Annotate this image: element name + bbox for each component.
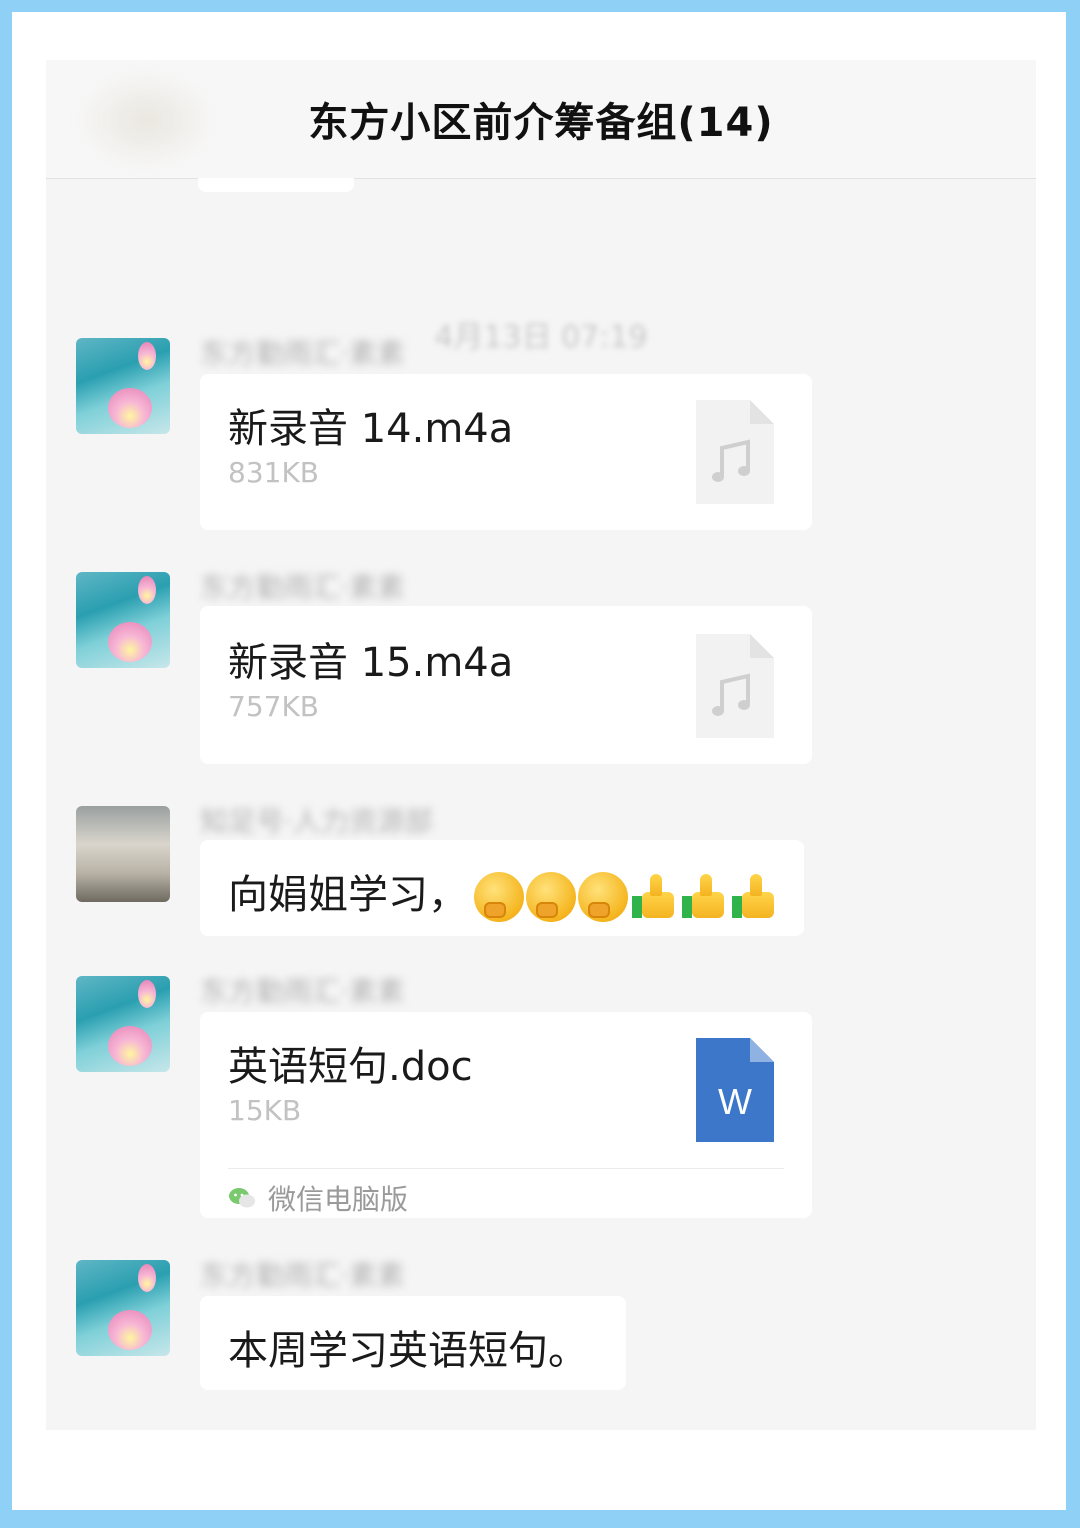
thumbs-up-emoji-icon xyxy=(630,872,680,922)
sender-name: 东方勤雨汇·素素 xyxy=(200,1259,405,1292)
file-name: 新录音 14.m4a xyxy=(228,406,514,452)
message-item: 知足号·人力资源部 向娟姐学习， xyxy=(46,805,1036,946)
text-message-bubble[interactable]: 本周学习英语短句。 xyxy=(200,1296,626,1390)
avatar[interactable] xyxy=(76,976,170,1072)
message-item: 东方勤雨汇·素素 本周学习英语短句。 xyxy=(46,1259,1036,1400)
file-name: 新录音 15.m4a xyxy=(228,640,514,686)
bubble-divider xyxy=(228,1168,784,1169)
file-size: 757KB xyxy=(228,690,320,723)
previous-message-bubble[interactable] xyxy=(198,178,354,192)
audio-file-icon xyxy=(696,400,774,504)
source-label: 微信电脑版 xyxy=(268,1183,409,1216)
message-item: 东方勤雨汇·素素 英语短句.doc 15KB W 微信电脑版 xyxy=(46,975,1036,1226)
chat-header: 东方小区前介筹备组(14) xyxy=(46,60,1036,179)
wechat-icon xyxy=(229,1188,255,1208)
file-name: 英语短句.doc xyxy=(228,1044,473,1090)
avatar[interactable] xyxy=(76,1260,170,1356)
avatar[interactable] xyxy=(76,572,170,668)
thumbs-up-emoji-icon xyxy=(680,872,730,922)
message-item: 东方勤雨汇·素素 新录音 15.m4a 757KB xyxy=(46,571,1036,772)
sender-name: 东方勤雨汇·素素 xyxy=(200,571,405,604)
avatar[interactable] xyxy=(76,338,170,434)
sender-name: 知足号·人力资源部 xyxy=(200,805,433,838)
file-message-bubble[interactable]: 英语短句.doc 15KB W 微信电脑版 xyxy=(200,1012,812,1218)
emoji-row xyxy=(474,872,780,922)
file-size: 831KB xyxy=(228,456,320,489)
hugging-face-emoji-icon xyxy=(526,872,576,922)
word-file-icon: W xyxy=(696,1038,774,1142)
hugging-face-emoji-icon xyxy=(474,872,524,922)
source-row: 微信电脑版 xyxy=(228,1178,408,1218)
chat-window: 东方小区前介筹备组(14) 4月13日 07:19 东方勤雨汇·素素 新录音 1… xyxy=(46,60,1036,1430)
text-message-bubble[interactable]: 向娟姐学习， xyxy=(200,840,804,936)
sender-name: 东方勤雨汇·素素 xyxy=(200,975,405,1008)
audio-file-icon xyxy=(696,634,774,738)
message-text-row: 向娟姐学习， xyxy=(228,862,780,922)
hugging-face-emoji-icon xyxy=(578,872,628,922)
message-item: 东方勤雨汇·素素 新录音 14.m4a 831KB xyxy=(46,337,1036,538)
thumbs-up-emoji-icon xyxy=(730,872,780,922)
sender-name: 东方勤雨汇·素素 xyxy=(200,337,405,370)
avatar[interactable] xyxy=(76,806,170,902)
message-text: 向娟姐学习， xyxy=(228,872,468,918)
word-icon-letter: W xyxy=(718,1081,752,1122)
file-message-bubble[interactable]: 新录音 14.m4a 831KB xyxy=(200,374,812,530)
message-text: 本周学习英语短句。 xyxy=(228,1328,588,1374)
file-message-bubble[interactable]: 新录音 15.m4a 757KB xyxy=(200,606,812,764)
group-chat-title: 东方小区前介筹备组(14) xyxy=(308,100,774,146)
header-background-blur xyxy=(76,70,216,170)
file-size: 15KB xyxy=(228,1094,302,1127)
